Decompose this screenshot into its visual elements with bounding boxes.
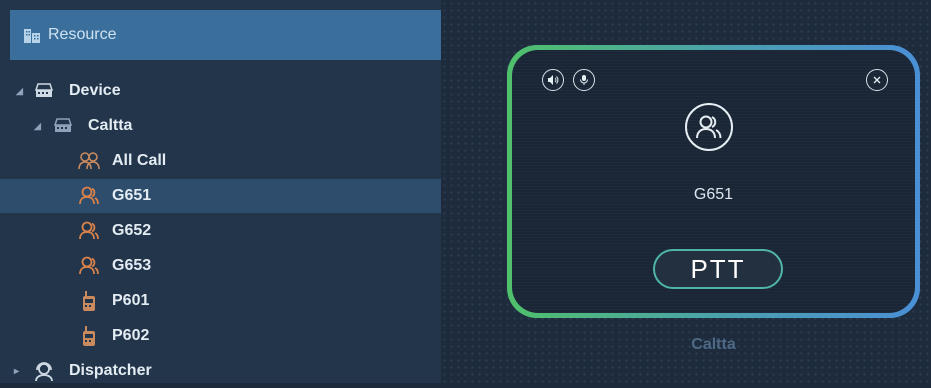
close-icon[interactable] [866, 69, 888, 91]
device-icon [33, 80, 55, 102]
microphone-icon[interactable] [573, 69, 595, 91]
resource-sidebar: Resource ◢ Device ◢ Caltta All Call G651… [0, 0, 441, 383]
collapse-arrow-icon[interactable]: ◢ [34, 121, 41, 132]
all-call-icon [78, 150, 100, 172]
group-icon [78, 255, 100, 277]
building-icon [22, 25, 42, 45]
tree-item-label: P602 [112, 327, 150, 344]
call-card-body: G651 PTT [512, 50, 915, 313]
tree-item-device[interactable]: ◢ Device [0, 74, 441, 108]
tree-item-label: Caltta [88, 117, 133, 134]
dispatcher-icon [33, 360, 55, 382]
tree-item-label: Device [69, 82, 121, 99]
ptt-button[interactable]: PTT [653, 249, 783, 289]
call-target-name: G651 [693, 186, 734, 203]
call-card: G651 PTT [507, 45, 920, 318]
tree-item-p602[interactable]: P602 [0, 319, 441, 353]
tree-item-label: P601 [112, 292, 150, 309]
resource-header-label: Resource [48, 26, 117, 43]
collapse-arrow-icon[interactable]: ◢ [16, 86, 23, 97]
group-icon [685, 103, 733, 151]
tree-item-label: G653 [112, 257, 152, 274]
group-icon [78, 220, 100, 242]
device-icon [52, 115, 74, 137]
speaker-icon[interactable] [542, 69, 564, 91]
card-device-label: Caltta [691, 336, 736, 353]
group-icon [78, 185, 100, 207]
tree-item-label: G651 [112, 187, 152, 204]
radio-icon [78, 325, 100, 347]
expand-arrow-icon[interactable]: ▸ [14, 366, 19, 377]
tree-item-g651[interactable]: G651 [0, 179, 441, 213]
tree-item-all-call[interactable]: All Call [0, 144, 441, 178]
resource-header[interactable]: Resource [10, 10, 441, 60]
tree-item-g653[interactable]: G653 [0, 249, 441, 283]
tree-item-g652[interactable]: G652 [0, 214, 441, 248]
tree-item-p601[interactable]: P601 [0, 284, 441, 318]
tree-item-label: All Call [112, 152, 167, 169]
radio-icon [78, 290, 100, 312]
tree-item-caltta[interactable]: ◢ Caltta [0, 109, 441, 143]
tree-item-label: G652 [112, 222, 152, 239]
tree-item-label: Dispatcher [69, 362, 152, 379]
